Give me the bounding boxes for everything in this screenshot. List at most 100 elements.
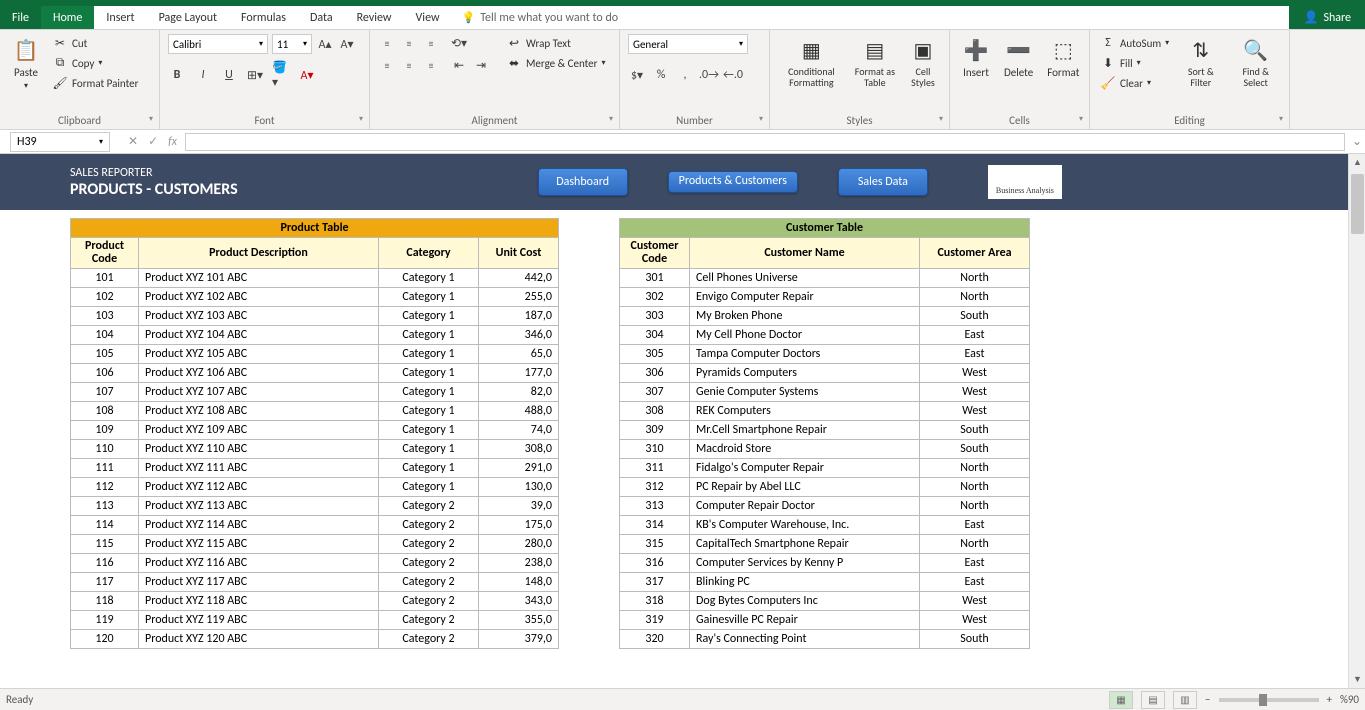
cell-cat[interactable]: Category 1 [379, 269, 479, 288]
table-row[interactable]: 105Product XYZ 105 ABCCategory 165,0 [71, 345, 559, 364]
cell-area[interactable]: North [920, 459, 1030, 478]
align-middle-button[interactable]: ≡ [400, 34, 418, 52]
increase-indent-button[interactable]: ⇥ [472, 56, 490, 74]
cell-code[interactable]: 118 [71, 592, 139, 611]
table-row[interactable]: 306Pyramids ComputersWest [620, 364, 1030, 383]
cell-cost[interactable]: 177,0 [479, 364, 559, 383]
format-cells-button[interactable]: ⬚Format [1043, 34, 1083, 81]
decrease-decimal-button[interactable]: ←.0 [724, 66, 742, 84]
table-row[interactable]: 117Product XYZ 117 ABCCategory 2148,0 [71, 573, 559, 592]
cell-name[interactable]: Blinking PC [690, 573, 920, 592]
find-select-button[interactable]: 🔍Find & Select [1230, 34, 1281, 90]
cell-desc[interactable]: Product XYZ 117 ABC [139, 573, 379, 592]
table-row[interactable]: 316Computer Services by Kenny PEast [620, 554, 1030, 573]
cell-area[interactable]: South [920, 440, 1030, 459]
cell-cat[interactable]: Category 1 [379, 307, 479, 326]
cell-code[interactable]: 112 [71, 478, 139, 497]
tab-formulas[interactable]: Formulas [229, 6, 298, 29]
table-row[interactable]: 320Ray's Connecting PointSouth [620, 630, 1030, 649]
cell-cost[interactable]: 355,0 [479, 611, 559, 630]
table-row[interactable]: 312PC Repair by Abel LLCNorth [620, 478, 1030, 497]
cell-cost[interactable]: 308,0 [479, 440, 559, 459]
cell-desc[interactable]: Product XYZ 110 ABC [139, 440, 379, 459]
cell-code[interactable]: 316 [620, 554, 690, 573]
cell-code[interactable]: 116 [71, 554, 139, 573]
bold-button[interactable]: B [168, 66, 186, 84]
cell-code[interactable]: 304 [620, 326, 690, 345]
table-row[interactable]: 318Dog Bytes Computers IncWest [620, 592, 1030, 611]
scroll-up-button[interactable]: ▲ [1349, 154, 1365, 171]
number-format-select[interactable]: General▾ [628, 34, 748, 54]
table-row[interactable]: 101Product XYZ 101 ABCCategory 1442,0 [71, 269, 559, 288]
paste-button[interactable]: 📋Paste▾ [8, 34, 44, 93]
table-row[interactable]: 319Gainesville PC RepairWest [620, 611, 1030, 630]
cell-code[interactable]: 301 [620, 269, 690, 288]
cell-name[interactable]: REK Computers [690, 402, 920, 421]
cell-cat[interactable]: Category 2 [379, 554, 479, 573]
cell-area[interactable]: East [920, 573, 1030, 592]
cell-area[interactable]: West [920, 611, 1030, 630]
cell-desc[interactable]: Product XYZ 102 ABC [139, 288, 379, 307]
percent-format-button[interactable]: % [652, 66, 670, 84]
clear-button[interactable]: 🧹Clear▾ [1098, 74, 1171, 92]
cell-area[interactable]: North [920, 535, 1030, 554]
cell-desc[interactable]: Product XYZ 119 ABC [139, 611, 379, 630]
cell-code[interactable]: 117 [71, 573, 139, 592]
cell-name[interactable]: Envigo Computer Repair [690, 288, 920, 307]
italic-button[interactable]: I [194, 66, 212, 84]
cell-cost[interactable]: 291,0 [479, 459, 559, 478]
cell-cost[interactable]: 175,0 [479, 516, 559, 535]
cell-area[interactable]: East [920, 516, 1030, 535]
cell-desc[interactable]: Product XYZ 105 ABC [139, 345, 379, 364]
cell-code[interactable]: 111 [71, 459, 139, 478]
format-as-table-button[interactable]: ▤Format as Table [851, 34, 899, 90]
cell-code[interactable]: 303 [620, 307, 690, 326]
cell-cat[interactable]: Category 1 [379, 402, 479, 421]
cell-name[interactable]: Mr.Cell Smartphone Repair [690, 421, 920, 440]
cell-name[interactable]: Ray's Connecting Point [690, 630, 920, 649]
cell-area[interactable]: East [920, 326, 1030, 345]
table-row[interactable]: 307Genie Computer SystemsWest [620, 383, 1030, 402]
cell-cat[interactable]: Category 1 [379, 421, 479, 440]
cancel-formula-button[interactable]: ✕ [128, 134, 138, 149]
cell-cost[interactable]: 343,0 [479, 592, 559, 611]
cell-code[interactable]: 315 [620, 535, 690, 554]
table-row[interactable]: 310Macdroid StoreSouth [620, 440, 1030, 459]
cell-code[interactable]: 107 [71, 383, 139, 402]
cell-cost[interactable]: 442,0 [479, 269, 559, 288]
table-row[interactable]: 119Product XYZ 119 ABCCategory 2355,0 [71, 611, 559, 630]
cut-button[interactable]: ✂Cut [50, 34, 140, 52]
table-row[interactable]: 302Envigo Computer RepairNorth [620, 288, 1030, 307]
cell-area[interactable]: South [920, 421, 1030, 440]
table-row[interactable]: 308REK ComputersWest [620, 402, 1030, 421]
cell-code[interactable]: 104 [71, 326, 139, 345]
format-painter-button[interactable]: 🖌Format Painter [50, 74, 140, 92]
cell-cat[interactable]: Category 1 [379, 345, 479, 364]
cell-cat[interactable]: Category 1 [379, 326, 479, 345]
copy-button[interactable]: ⧉Copy▾ [50, 54, 140, 72]
cell-desc[interactable]: Product XYZ 103 ABC [139, 307, 379, 326]
cell-code[interactable]: 120 [71, 630, 139, 649]
cell-name[interactable]: CapitalTech Smartphone Repair [690, 535, 920, 554]
cell-desc[interactable]: Product XYZ 120 ABC [139, 630, 379, 649]
cell-cost[interactable]: 74,0 [479, 421, 559, 440]
cell-cat[interactable]: Category 2 [379, 516, 479, 535]
cell-code[interactable]: 113 [71, 497, 139, 516]
scroll-thumb[interactable] [1351, 174, 1364, 234]
table-row[interactable]: 113Product XYZ 113 ABCCategory 239,0 [71, 497, 559, 516]
cell-cat[interactable]: Category 1 [379, 478, 479, 497]
cell-code[interactable]: 318 [620, 592, 690, 611]
cell-styles-button[interactable]: ▣Cell Styles [905, 34, 941, 90]
cell-code[interactable]: 103 [71, 307, 139, 326]
cell-cost[interactable]: 148,0 [479, 573, 559, 592]
cell-cost[interactable]: 255,0 [479, 288, 559, 307]
increase-decimal-button[interactable]: .0→ [700, 66, 718, 84]
cell-cost[interactable]: 187,0 [479, 307, 559, 326]
cell-cat[interactable]: Category 2 [379, 535, 479, 554]
cell-cost[interactable]: 65,0 [479, 345, 559, 364]
table-row[interactable]: 108Product XYZ 108 ABCCategory 1488,0 [71, 402, 559, 421]
cell-desc[interactable]: Product XYZ 108 ABC [139, 402, 379, 421]
cell-area[interactable]: East [920, 345, 1030, 364]
tab-data[interactable]: Data [298, 6, 345, 29]
align-bottom-button[interactable]: ≡ [422, 34, 440, 52]
